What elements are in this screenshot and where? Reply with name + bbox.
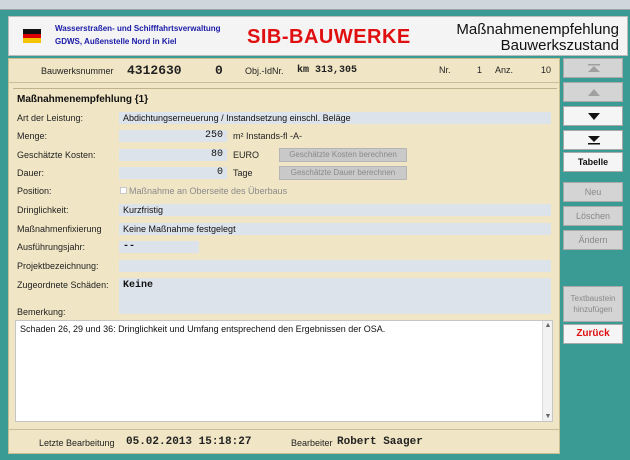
projektbezeichnung-field[interactable] xyxy=(119,260,551,272)
app-window: Wasserstraßen- und Schifffahrtsverwaltun… xyxy=(0,0,630,460)
ausfuehrungsjahr-label: Ausführungsjahr: xyxy=(17,242,86,252)
org-name-line1: Wasserstraßen- und Schifffahrtsverwaltun… xyxy=(55,24,221,33)
bemerkung-textarea[interactable]: Schaden 26, 29 und 36: Dringlichkeit und… xyxy=(15,320,553,422)
neu-button[interactable]: Neu xyxy=(563,182,623,202)
art-leistung-field[interactable]: Abdichtungserneuerung / Instandsetzung e… xyxy=(119,112,551,124)
dringlichkeit-field[interactable]: Kurzfristig xyxy=(119,204,551,216)
textbaustein-label-1: Textbaustein xyxy=(570,294,616,303)
last-record-button[interactable] xyxy=(563,130,623,150)
letzte-bearbeitung-label: Letzte Bearbeitung xyxy=(39,438,115,448)
page-title-line1: Maßnahmenempfehlung xyxy=(456,21,619,38)
tabelle-button[interactable]: Tabelle xyxy=(563,152,623,172)
fixierung-field[interactable]: Keine Maßnahme festgelegt xyxy=(119,223,551,235)
position-checkbox[interactable] xyxy=(120,187,127,194)
loeschen-button[interactable]: Löschen xyxy=(563,206,623,226)
anz-value: 10 xyxy=(541,65,552,75)
kosten-berechnen-button[interactable]: Geschätzte Kosten berechnen xyxy=(279,148,407,162)
position-checkbox-label: Maßnahme an Oberseite des Überbaus xyxy=(129,186,288,196)
info-bar: Bauwerksnummer 4312630 0 Obj.-IdNr. km 3… xyxy=(9,59,559,83)
letzte-bearbeitung-value: 05.02.2013 15:18:27 xyxy=(126,436,252,448)
app-title: SIB-BAUWERKE xyxy=(247,26,411,48)
obj-idnr-value: km 313,305 xyxy=(297,65,358,76)
obj-idnr-label: Obj.-IdNr. xyxy=(245,66,284,76)
kosten-input[interactable]: 80 xyxy=(119,149,227,161)
dauer-input[interactable]: 0 xyxy=(119,167,227,179)
nr-value: 1 xyxy=(477,65,483,75)
main-form-panel: Bauwerksnummer 4312630 0 Obj.-IdNr. km 3… xyxy=(8,58,560,454)
kosten-unit: EURO xyxy=(233,150,260,160)
bemerkung-scrollbar[interactable]: ▲ ▼ xyxy=(542,321,552,421)
first-record-button[interactable] xyxy=(563,58,623,78)
bauwerksnummer-value: 4312630 xyxy=(127,63,182,78)
teilbauwerk-value: 0 xyxy=(215,63,223,78)
fixierung-label: Maßnahmenfixierung xyxy=(17,224,102,234)
bearbeiter-value: Robert Saager xyxy=(337,436,423,448)
german-flag-icon xyxy=(23,29,41,43)
projektbezeichnung-label: Projektbezeichnung: xyxy=(17,261,99,271)
bemerkung-label: Bemerkung: xyxy=(17,307,66,317)
anz-label: Anz. xyxy=(495,65,514,75)
footer-bar: Letzte Bearbeitung 05.02.2013 15:18:27 B… xyxy=(9,429,559,453)
schaeden-label: Zugeordnete Schäden: xyxy=(17,280,109,290)
scroll-down-icon[interactable]: ▼ xyxy=(544,413,552,420)
first-arrow-icon xyxy=(588,64,600,72)
menge-input[interactable]: 250 xyxy=(119,130,227,142)
dauer-label: Dauer: xyxy=(17,168,45,178)
divider xyxy=(13,88,557,89)
dauer-berechnen-button[interactable]: Geschätzte Dauer berechnen xyxy=(279,166,407,180)
org-name-line2: GDWS, Außenstelle Nord in Kiel xyxy=(55,37,177,46)
textbaustein-button[interactable]: Textbaustein hinzufügen xyxy=(563,286,623,322)
page-title-line2: Bauwerkszustand xyxy=(500,37,619,54)
menge-unit: m² Instands-fl -A- xyxy=(233,131,303,141)
app-header: Wasserstraßen- und Schifffahrtsverwaltun… xyxy=(8,16,628,56)
bearbeiter-label: Bearbeiter xyxy=(291,438,333,448)
nr-label: Nr. xyxy=(439,65,451,75)
zurueck-button[interactable]: Zurück xyxy=(563,324,623,344)
textbaustein-label-2: hinzufügen xyxy=(573,305,613,314)
next-record-button[interactable] xyxy=(563,106,623,126)
section-title: Maßnahmenempfehlung {1} xyxy=(17,94,149,105)
previous-record-button[interactable] xyxy=(563,82,623,102)
aendern-button[interactable]: Ändern xyxy=(563,230,623,250)
scroll-up-icon[interactable]: ▲ xyxy=(544,322,552,329)
menge-label: Menge: xyxy=(17,131,48,141)
dringlichkeit-label: Dringlichkeit: xyxy=(17,205,69,215)
bauwerksnummer-label: Bauwerksnummer xyxy=(41,66,114,76)
ausfuehrungsjahr-field[interactable]: -- xyxy=(119,241,199,253)
schaeden-field[interactable]: Keine xyxy=(119,278,551,314)
up-arrow-icon xyxy=(588,89,600,96)
art-leistung-label: Art der Leistung: xyxy=(17,113,84,123)
last-arrow-icon xyxy=(588,136,600,145)
bemerkung-text: Schaden 26, 29 und 36: Dringlichkeit und… xyxy=(20,324,386,334)
position-label: Position: xyxy=(17,186,52,196)
down-arrow-icon xyxy=(588,113,600,120)
window-titlebar xyxy=(0,0,630,10)
kosten-label: Geschätzte Kosten: xyxy=(17,150,96,160)
dauer-unit: Tage xyxy=(233,168,253,178)
